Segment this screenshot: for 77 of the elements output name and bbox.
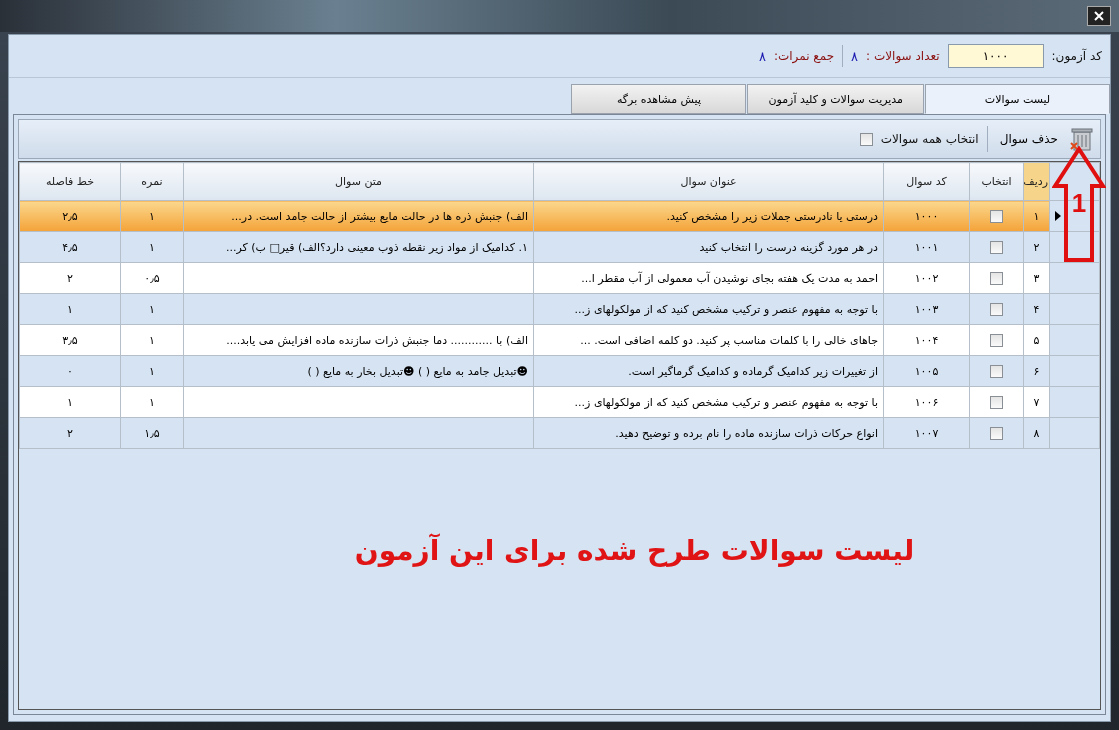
table-cell: ۱ xyxy=(120,386,184,418)
table-cell: ۱۰۰۵ xyxy=(883,355,970,387)
table-cell: ۳٫۵ xyxy=(19,324,121,356)
table-cell: ۱ xyxy=(1023,200,1050,232)
table-cell: درستی یا نادرستی جملات زیر را مشخص کنید. xyxy=(533,200,884,232)
table-cell: در هر مورد گزینه درست را انتخاب کنید xyxy=(533,231,884,263)
column-header[interactable]: متن سوال xyxy=(183,162,534,201)
select-all-label: انتخاب همه سوالات xyxy=(880,132,979,146)
exam-code-label: کد آزمون: xyxy=(1051,49,1102,63)
table-cell: ۱۰۰۱ xyxy=(883,231,970,263)
table-cell: ۱ xyxy=(120,231,184,263)
trash-icon[interactable] xyxy=(1070,126,1094,152)
table-cell: ۱۰۰۷ xyxy=(883,417,970,449)
question-count: ۸ xyxy=(851,48,859,64)
row-checkbox[interactable] xyxy=(990,240,1003,254)
row-checkbox[interactable] xyxy=(990,209,1003,223)
row-checkbox[interactable] xyxy=(990,271,1003,285)
table-cell: ۱۰۰۳ xyxy=(883,293,970,325)
table-cell: ۱٫۵ xyxy=(120,417,184,449)
table-cell: ۱ xyxy=(120,293,184,325)
table-cell: ۱۰۰۴ xyxy=(883,324,970,356)
row-checkbox[interactable] xyxy=(990,426,1003,440)
select-all-checkbox[interactable] xyxy=(859,132,873,146)
table-cell: ۰٫۵ xyxy=(120,262,184,294)
row-checkbox[interactable] xyxy=(990,364,1003,378)
table-cell: ۱ xyxy=(19,386,121,418)
table-cell: ۱ xyxy=(120,324,184,356)
tab[interactable]: مدیریت سوالات و کلید آزمون xyxy=(747,84,924,114)
caption-text: لیست سوالات طرح شده برای این آزمون xyxy=(354,534,915,567)
table-cell: انواع حرکات ذرات سازنده ماده را نام برده و توضیح دهید. xyxy=(533,417,884,449)
table-cell: ۱ xyxy=(120,355,184,387)
table-cell: ۱۰۰۰ xyxy=(883,200,970,232)
question-count-label: تعداد سوالات : xyxy=(866,49,940,63)
table-cell: ۸ xyxy=(1023,417,1050,449)
column-header[interactable]: خط فاصله xyxy=(19,162,121,201)
table-cell: ۴ xyxy=(1023,293,1050,325)
exam-code-field[interactable]: ۱۰۰۰ xyxy=(947,44,1044,68)
table-cell: ۵ xyxy=(1023,324,1050,356)
total-score: ۸ xyxy=(758,48,766,64)
table-cell: ۱ xyxy=(120,200,184,232)
tab[interactable]: پیش مشاهده برگه xyxy=(571,84,747,114)
total-score-label: جمع نمرات: xyxy=(773,49,835,63)
table-cell: احمد به مدت یک هفته بجای نوشیدن آب معمولی از آب مقطر ا... xyxy=(533,262,884,294)
table-cell: جاهای خالی را با کلمات مناسب پر کنید. دو کلمه اضافی است. ... xyxy=(533,324,884,356)
table-cell: ۰ xyxy=(19,355,121,387)
column-header[interactable]: کد سوال xyxy=(883,162,970,201)
table-cell: با توجه به مفهوم عنصر و ترکیب مشخص کنید که از مولکولهای ز... xyxy=(533,386,884,418)
table-cell: ۶ xyxy=(1023,355,1050,387)
table-cell: ۴٫۵ xyxy=(19,231,121,263)
column-header[interactable]: عنوان سوال xyxy=(533,162,884,201)
tab[interactable]: لیست سوالات xyxy=(925,84,1110,114)
column-header[interactable]: ردیف xyxy=(1023,162,1050,201)
table-cell: با توجه به مفهوم عنصر و ترکیب مشخص کنید که از مولکولهای ز... xyxy=(533,293,884,325)
table-cell: ۱ xyxy=(19,293,121,325)
row-checkbox[interactable] xyxy=(990,333,1003,347)
current-row-icon xyxy=(1055,211,1061,221)
table-cell: از تغییرات زیر کدامیک گرماده و کدامیک گرماگیر است. xyxy=(533,355,884,387)
column-header[interactable]: انتخاب xyxy=(969,162,1024,201)
column-header[interactable]: نمره xyxy=(120,162,184,201)
table-cell: ۱. کدامیک از مواد زیر نقطه ذوب معینی دارد؟الف) قیر□ ب) کر... xyxy=(183,231,534,263)
close-button[interactable] xyxy=(1087,6,1111,26)
table-cell: ☻تبدیل جامد به مایع ( ) ☻تبدیل بخار به مایع ( ) xyxy=(183,355,534,387)
table-cell: ۲ xyxy=(1023,231,1050,263)
table-cell: الف) جنبش ذره ها در حالت مایع بیشتر از حالت جامد است. در... xyxy=(183,200,534,232)
table-cell: الف) با ............ دما جنبش ذرات سازنده ماده افزایش می یابد.... xyxy=(183,324,534,356)
table-cell: ۲ xyxy=(19,262,121,294)
delete-question-button[interactable]: حذف سوال xyxy=(995,130,1062,148)
table-cell: ۱۰۰۲ xyxy=(883,262,970,294)
table-cell: ۳ xyxy=(1023,262,1050,294)
callout-number: 1 xyxy=(1071,188,1087,218)
close-icon xyxy=(1093,10,1105,22)
row-checkbox[interactable] xyxy=(990,395,1003,409)
row-checkbox[interactable] xyxy=(990,302,1003,316)
table-cell: ۲٫۵ xyxy=(19,200,121,232)
table-cell: ۷ xyxy=(1023,386,1050,418)
table-cell: ۲ xyxy=(19,417,121,449)
table-cell: ۱۰۰۶ xyxy=(883,386,970,418)
